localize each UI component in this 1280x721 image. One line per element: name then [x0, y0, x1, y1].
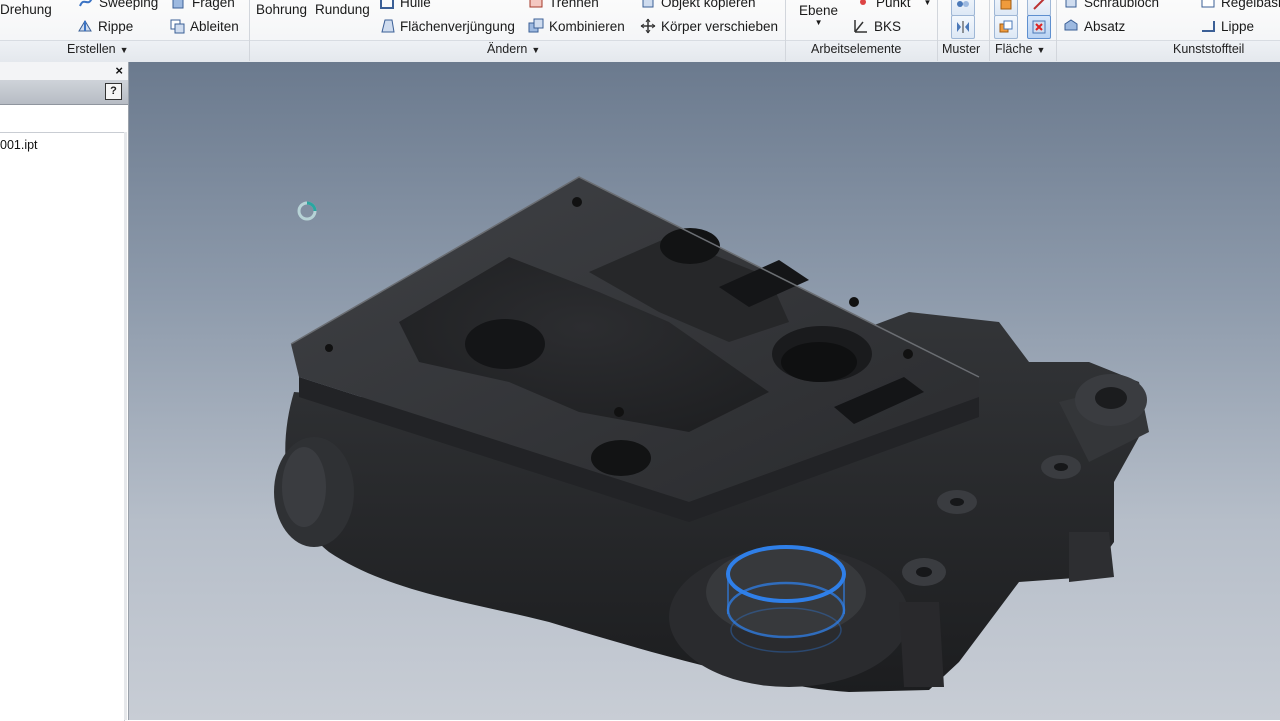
regelbasis-label: Regelbasis	[1221, 0, 1280, 10]
lippe-icon	[1202, 21, 1215, 32]
sweeping-button[interactable]: Sweeping	[78, 0, 158, 10]
huelle-icon	[380, 0, 394, 9]
mirror-icon	[957, 21, 969, 33]
replace-face-icon	[999, 20, 1013, 33]
huelle-button[interactable]: Hülle	[379, 0, 431, 10]
fragen-button[interactable]: Fragen	[171, 0, 235, 10]
rundung-label: Rundung	[315, 2, 370, 17]
spiegeln-button[interactable]	[951, 15, 975, 39]
objekt-kopieren-icon	[642, 0, 654, 8]
flaechenverjuengung-label: Flächenverjüngung	[400, 18, 515, 34]
sweeping-icon	[79, 0, 93, 7]
trennen-label: Trennen	[549, 0, 599, 10]
schraubloch-button[interactable]: Schraubloch	[1063, 0, 1159, 10]
fragen-label: Fragen	[192, 0, 235, 10]
ribbon-separator	[937, 0, 938, 61]
flaeche-loeschen-button[interactable]	[1027, 15, 1051, 39]
surface-icon	[1000, 0, 1012, 10]
ribbon-label-bar	[0, 40, 1280, 62]
bks-button[interactable]: BKS	[853, 18, 901, 34]
ebene-dropdown-icon: ▼	[814, 18, 823, 27]
pattern-icon	[957, 1, 969, 7]
trennen-icon	[529, 0, 543, 8]
koerper-verschieben-label: Körper verschieben	[661, 18, 779, 34]
delete-face-icon	[1032, 20, 1046, 34]
tree-item-part-file[interactable]: 001.ipt	[0, 138, 38, 152]
flaechenverjuengung-button[interactable]: Flächenverjüngung	[379, 18, 515, 34]
graphics-viewport[interactable]	[129, 62, 1280, 720]
fragen-icon	[172, 0, 184, 9]
bohrung-button[interactable]: Bohrung	[256, 2, 307, 17]
group-label-aendern[interactable]: Ändern ▼	[487, 42, 540, 56]
close-icon[interactable]: ×	[115, 63, 123, 78]
ableiten-label: Ableiten	[190, 18, 239, 34]
part-render	[274, 176, 1149, 692]
ableiten-icon	[170, 19, 185, 34]
group-label-muster: Muster	[942, 42, 981, 56]
group-label-kunststoffteil: Kunststoffteil	[1173, 42, 1245, 56]
group-label-erstellen[interactable]: Erstellen ▼	[67, 42, 129, 56]
punkt-label: Punkt	[876, 0, 911, 10]
model-tree: 001.ipt	[0, 132, 125, 721]
kombinieren-button[interactable]: Kombinieren	[528, 18, 625, 34]
help-icon[interactable]: ?	[105, 83, 122, 100]
objekt-kopieren-button[interactable]: Objekt kopieren	[640, 0, 756, 10]
punkt-button[interactable]: Punkt ▼	[855, 0, 931, 10]
rundung-button[interactable]: Rundung	[315, 2, 370, 17]
flaeche-top-left-button[interactable]	[994, 0, 1018, 16]
flaechenverjuengung-icon	[381, 19, 395, 33]
koerper-verschieben-button[interactable]: Körper verschieben	[640, 18, 778, 34]
rippe-icon	[78, 20, 92, 32]
absatz-icon	[1064, 19, 1078, 31]
drehung-button[interactable]: Drehung	[0, 2, 52, 17]
busy-cursor-icon	[297, 201, 317, 221]
objekt-kopieren-label: Objekt kopieren	[661, 0, 756, 10]
ribbon-separator	[249, 0, 250, 61]
ableiten-button[interactable]: Ableiten	[169, 18, 239, 34]
panel-splitter[interactable]	[124, 132, 127, 720]
bohrung-label: Bohrung	[256, 2, 308, 17]
absatz-button[interactable]: Absatz	[1063, 18, 1125, 34]
panel-header: ?	[0, 80, 128, 105]
rippe-button[interactable]: Rippe	[77, 18, 133, 34]
lippe-label: Lippe	[1221, 18, 1255, 34]
group-label-flaeche[interactable]: Fläche ▼	[995, 42, 1045, 56]
ribbon-separator	[1056, 0, 1057, 61]
surface-cut-icon	[1033, 0, 1045, 10]
trennen-button[interactable]: Trennen	[528, 0, 599, 10]
regelbasis-button[interactable]: Regelbasis	[1200, 0, 1280, 10]
flaeche-top-right-button[interactable]	[1027, 0, 1051, 16]
group-label-arbeitselemente: Arbeitselemente	[811, 42, 902, 56]
drehung-label: Drehung	[0, 2, 52, 17]
model-browser-panel: × ? 001.ipt	[0, 62, 129, 721]
punkt-icon	[860, 0, 866, 5]
move-icon	[640, 18, 656, 34]
absatz-label: Absatz	[1084, 18, 1126, 34]
sweeping-label: Sweeping	[99, 0, 159, 10]
ebene-button[interactable]: Ebene ▼	[799, 3, 838, 27]
schraubloch-label: Schraubloch	[1084, 0, 1160, 10]
ribbon-separator	[989, 0, 990, 61]
punkt-dropdown-icon: ▼	[923, 0, 932, 7]
rippe-label: Rippe	[98, 18, 134, 34]
kombinieren-icon	[528, 18, 544, 33]
ribbon: Drehung Sweeping Fragen Rippe Ableiten E…	[0, 0, 1280, 63]
muster-rechteck-button[interactable]	[951, 0, 975, 16]
huelle-label: Hülle	[400, 0, 431, 10]
bks-icon	[854, 20, 867, 33]
schraubloch-icon	[1065, 0, 1077, 8]
lippe-button[interactable]: Lippe	[1200, 18, 1254, 34]
ribbon-separator	[785, 0, 786, 61]
ebene-label: Ebene	[799, 3, 839, 18]
regelbasis-icon	[1201, 0, 1215, 8]
panel-title-bar: ×	[0, 62, 128, 81]
flaeche-ersetzen-button[interactable]	[994, 15, 1018, 39]
kombinieren-label: Kombinieren	[549, 18, 625, 34]
bks-label: BKS	[874, 18, 902, 34]
